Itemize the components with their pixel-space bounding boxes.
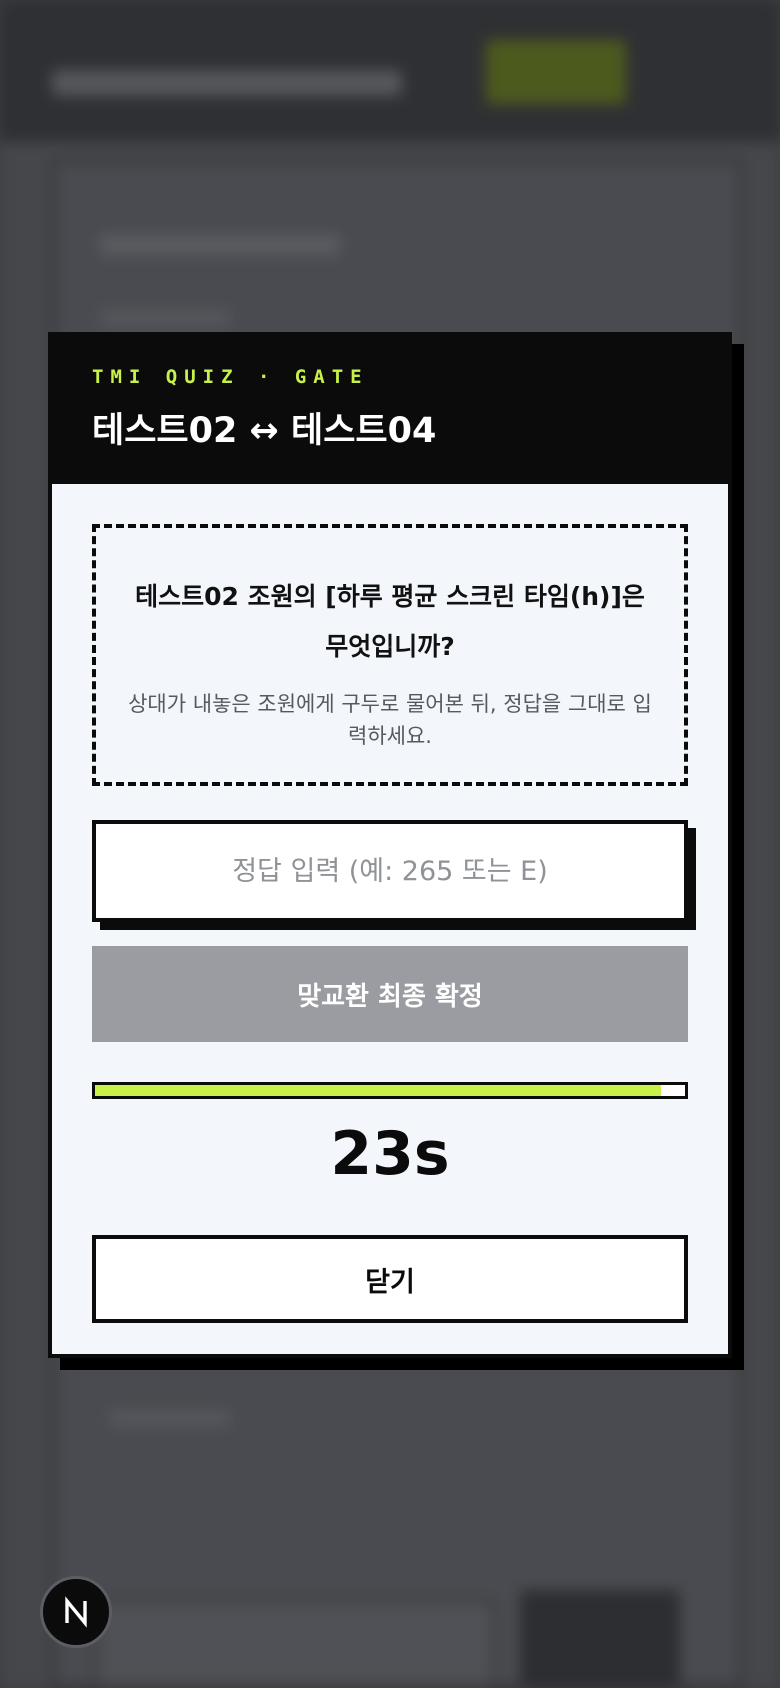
timer-progress-fill bbox=[95, 1085, 662, 1096]
modal-title: 테스트02 ↔ 테스트04 bbox=[92, 411, 437, 451]
background-text-block bbox=[100, 310, 230, 326]
next-logo-icon bbox=[65, 1596, 87, 1628]
modal-header: TMI QUIZ · GATE 테스트02 ↔ 테스트04 bbox=[52, 336, 728, 484]
modal-eyebrow: TMI QUIZ · GATE bbox=[92, 366, 369, 388]
background-logo bbox=[52, 70, 402, 96]
background-button bbox=[520, 1590, 680, 1688]
background-button bbox=[95, 1600, 495, 1688]
timer-countdown: 23s bbox=[330, 1119, 450, 1189]
background-text-block bbox=[110, 1410, 230, 1426]
question-hint: 상대가 내놓은 조원에게 구두로 물어본 뒤, 정답을 그대로 입력하세요. bbox=[128, 692, 652, 748]
background-accent-button bbox=[486, 40, 626, 104]
modal-body: 테스트02 조원의 [하루 평균 스크린 타임(h)]은 무엇입니까? 상대가 … bbox=[52, 484, 728, 1323]
confirm-exchange-button[interactable]: 맞교환 최종 확정 bbox=[92, 946, 688, 1042]
quiz-gate-modal: TMI QUIZ · GATE 테스트02 ↔ 테스트04 테스트02 조원의 … bbox=[48, 332, 732, 1358]
question-box: 테스트02 조원의 [하루 평균 스크린 타임(h)]은 무엇입니까? 상대가 … bbox=[92, 524, 688, 786]
answer-input[interactable] bbox=[92, 820, 688, 922]
next-badge-button[interactable] bbox=[40, 1576, 112, 1648]
timer-progress-bar bbox=[92, 1082, 688, 1099]
background-text-block bbox=[100, 235, 340, 255]
close-button[interactable]: 닫기 bbox=[92, 1235, 688, 1323]
answer-field-wrapper bbox=[92, 820, 696, 930]
question-text: 테스트02 조원의 [하루 평균 스크린 타임(h)]은 무엇입니까? bbox=[135, 582, 645, 661]
